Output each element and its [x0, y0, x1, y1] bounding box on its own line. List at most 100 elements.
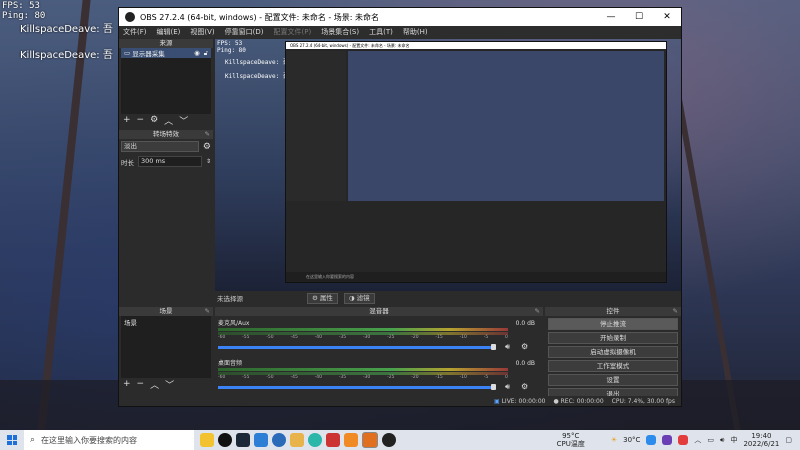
menu-view[interactable]: 视图(V): [190, 27, 214, 37]
speaker-icon[interactable]: 🔊︎: [505, 342, 510, 352]
stop-streaming-button[interactable]: 停止推流: [548, 318, 678, 330]
preview-canvas[interactable]: FPS: 53 Ping: 80 KillspaceDeave: 吾 Kills…: [215, 39, 681, 291]
system-tray: 95°C CPU温度 ☀ 30°C ︿ ▭ 🔊︎ 中 19:40 2022/6/…: [557, 430, 800, 450]
chevron-up-icon[interactable]: ︿: [694, 435, 701, 445]
volume-icon[interactable]: 🔊︎: [720, 436, 724, 445]
duration-input[interactable]: 300 ms: [138, 156, 202, 167]
cpu-status: CPU: 7.4%, 30.00 fps: [611, 397, 675, 405]
rec-icon: ●: [553, 397, 559, 405]
lock-icon[interactable]: 🔓︎: [204, 49, 208, 58]
move-down-icon[interactable]: ﹀: [179, 114, 188, 127]
volume-slider-handle[interactable]: [491, 344, 496, 350]
app-icon[interactable]: [344, 433, 358, 447]
window-title: OBS 27.2.4 (64-bit, windows) - 配置文件: 未命名…: [140, 12, 380, 22]
gear-icon[interactable]: ⚙: [521, 382, 528, 391]
network-icon[interactable]: ▭: [707, 436, 714, 444]
mixer-header: 混音器 ✎: [215, 307, 543, 316]
app-icon[interactable]: [326, 433, 340, 447]
menu-profile[interactable]: 配置文件(P): [274, 27, 312, 37]
chat-message: KillspaceDeave: 吾: [20, 50, 113, 61]
taskbar-search[interactable]: ⌕ 在这里输入你要搜索的内容: [24, 430, 194, 450]
dock-float-icon[interactable]: ✎: [205, 307, 210, 316]
status-bar: ▣ LIVE: 00:00:00 ● REC: 00:00:00 CPU: 7.…: [119, 396, 681, 406]
source-toolbar: 未选择源 ⚙ 属性 ◑ 滤镜: [215, 291, 681, 305]
dock-close-icon[interactable]: ✎: [205, 130, 210, 139]
ime-icon[interactable]: 中: [730, 435, 737, 445]
add-icon[interactable]: +: [123, 115, 131, 125]
gear-icon[interactable]: ⚙: [150, 115, 158, 125]
close-button[interactable]: ✕: [653, 12, 681, 22]
monitor-icon: ▭: [124, 49, 131, 57]
gear-icon[interactable]: ⚙: [521, 342, 528, 351]
sources-list[interactable]: ▭ 显示器采集 ◉ 🔓︎: [121, 48, 211, 114]
move-up-icon[interactable]: ︿: [150, 378, 159, 391]
qq-icon[interactable]: [218, 433, 232, 447]
volume-slider-handle[interactable]: [491, 384, 496, 390]
volume-slider[interactable]: [218, 346, 494, 349]
scenes-toolbar: + − ︿ ﹀: [119, 378, 213, 391]
steam-icon[interactable]: [236, 433, 250, 447]
scenes-list[interactable]: 场景: [121, 316, 211, 378]
remove-icon[interactable]: −: [137, 115, 145, 125]
controls-header: 控件 ✎: [545, 307, 681, 316]
taskbar-apps: [200, 432, 396, 448]
transition-select[interactable]: 淡出: [121, 141, 199, 152]
obs-logo-icon: [125, 12, 135, 22]
remove-icon[interactable]: −: [137, 379, 145, 389]
app-icon-active[interactable]: [362, 432, 378, 448]
clock[interactable]: 19:40 2022/6/21: [743, 432, 779, 448]
windows-logo-icon: [7, 435, 17, 445]
channel-db: 0.0 dB: [515, 320, 535, 327]
dock-float-icon[interactable]: ✎: [673, 307, 678, 316]
move-up-icon[interactable]: ︿: [164, 114, 173, 127]
start-button[interactable]: [0, 430, 24, 450]
move-down-icon[interactable]: ﹀: [165, 378, 174, 391]
app-icon[interactable]: [308, 433, 322, 447]
menu-help[interactable]: 帮助(H): [403, 27, 428, 37]
gear-icon: ⚙: [312, 293, 318, 302]
start-recording-button[interactable]: 开始录制: [548, 332, 678, 344]
gear-icon[interactable]: ⚙: [203, 142, 211, 152]
add-icon[interactable]: +: [123, 379, 131, 389]
menu-edit[interactable]: 编辑(E): [157, 27, 181, 37]
app-tray-icon[interactable]: [662, 435, 673, 445]
clock-time: 19:40: [751, 432, 772, 440]
notification-icon[interactable]: ▢: [785, 436, 792, 444]
virtual-camera-button[interactable]: 启动虚拟摄像机: [548, 346, 678, 358]
menu-file[interactable]: 文件(F): [123, 27, 147, 37]
cpu-temp-widget[interactable]: 95°C CPU温度: [557, 432, 585, 448]
menu-scene-collection[interactable]: 场景集合(S): [321, 27, 359, 37]
volume-slider[interactable]: [218, 386, 494, 389]
settings-button[interactable]: 设置: [548, 374, 678, 386]
eye-icon[interactable]: ◉: [194, 49, 200, 57]
weather-temp[interactable]: 30°C: [623, 436, 640, 444]
app-icon[interactable]: [272, 433, 286, 447]
app-icon[interactable]: [290, 433, 304, 447]
file-explorer-icon[interactable]: [200, 433, 214, 447]
live-icon: ▣: [493, 397, 500, 405]
scene-item[interactable]: 场景: [124, 317, 208, 327]
scenes-panel: 场景 ✎ 场景 + − ︿ ﹀: [119, 307, 213, 395]
filters-button[interactable]: ◑ 滤镜: [343, 292, 375, 304]
properties-button[interactable]: ⚙ 属性: [307, 292, 338, 304]
game-launcher-icon[interactable]: [254, 433, 268, 447]
obs-icon[interactable]: [382, 433, 396, 447]
spinner-icon[interactable]: ⇕: [206, 158, 211, 165]
dock-float-icon[interactable]: ✎: [535, 307, 540, 316]
minimize-button[interactable]: —: [597, 12, 625, 22]
cpu-temp-value: 95°C: [562, 432, 580, 440]
mixer-channel: 桌面音频 0.0 dB -60 -55 -50 -45 -40 -35 -30 -25 -20-…: [215, 358, 543, 396]
preview-ping: Ping: 80: [217, 47, 246, 54]
app-tray-icon[interactable]: [646, 435, 657, 445]
studio-mode-button[interactable]: 工作室模式: [548, 360, 678, 372]
maximize-button[interactable]: ☐: [625, 12, 653, 22]
app-tray-icon[interactable]: [678, 435, 689, 445]
speaker-icon[interactable]: 🔊︎: [505, 382, 510, 392]
menu-docks[interactable]: 停靠窗口(D): [225, 27, 264, 37]
source-item-label: 显示器采集: [132, 50, 165, 58]
search-placeholder: 在这里输入你要搜索的内容: [41, 435, 138, 445]
window-titlebar[interactable]: OBS 27.2.4 (64-bit, windows) - 配置文件: 未命名…: [119, 8, 681, 26]
menu-tools[interactable]: 工具(T): [369, 27, 393, 37]
live-status: ▣ LIVE: 00:00:00: [493, 397, 546, 405]
source-item[interactable]: ▭ 显示器采集 ◉ 🔓︎: [121, 48, 211, 58]
